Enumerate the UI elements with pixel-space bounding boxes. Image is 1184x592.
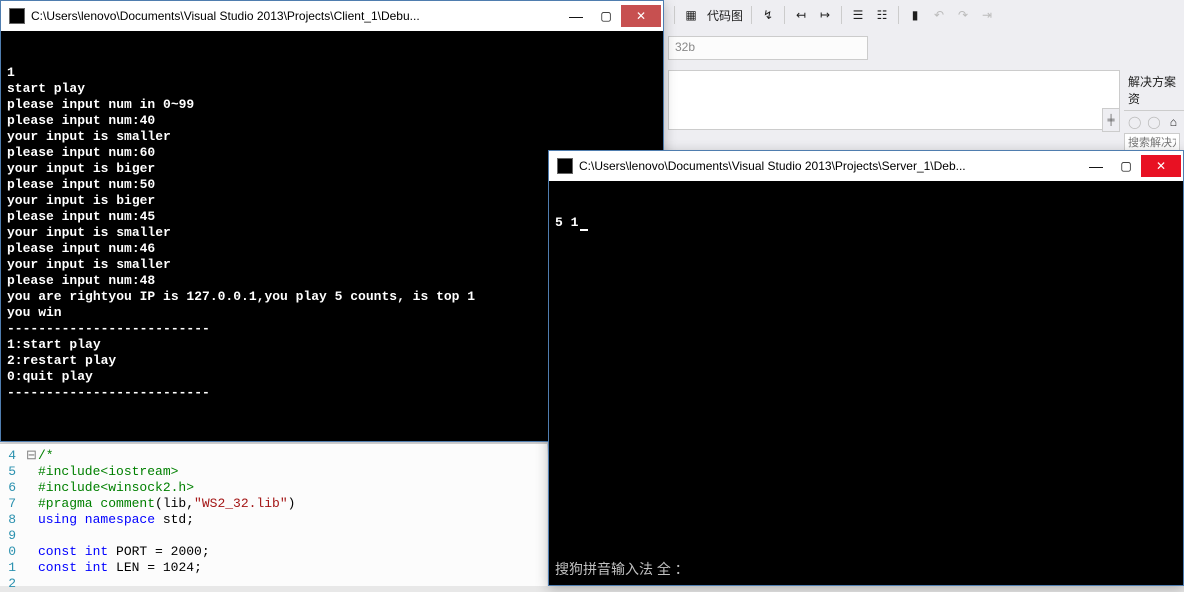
nav-icon[interactable]: ⇥ — [979, 7, 995, 23]
list-icon[interactable]: ☰ — [850, 7, 866, 23]
toolbar-btn[interactable]: ↯ — [760, 7, 776, 23]
vs-toolbar: ▦ 代码图 ↯ ↤ ↦ ☰ ☷ ▮ ↶ ↷ ⇥ — [668, 0, 1184, 30]
console-output[interactable]: 5 1 搜狗拼音输入法 全 ： — [549, 181, 1183, 585]
line-number: 9 — [0, 528, 16, 544]
toolbar-separator — [898, 6, 899, 24]
code-line: const int LEN = 1024; — [26, 560, 295, 576]
splitter-handle[interactable]: ╪ — [1102, 108, 1120, 132]
line-number: 8 — [0, 512, 16, 528]
line-number: 7 — [0, 496, 16, 512]
codemap-label[interactable]: 代码图 — [707, 7, 743, 24]
code-line: using namespace std; — [26, 512, 295, 528]
codemap-icon[interactable]: ▦ — [683, 7, 699, 23]
nav-back-icon[interactable]: ◯ — [1127, 114, 1142, 130]
home-icon[interactable]: ⌂ — [1166, 114, 1181, 130]
close-button[interactable]: ✕ — [621, 5, 661, 27]
line-number: 4 — [0, 448, 16, 464]
splitter-icon: ╪ — [1107, 115, 1114, 126]
code-line: ⊟/* — [26, 448, 295, 464]
maximize-button[interactable]: ▢ — [591, 5, 621, 27]
toolbar-separator — [674, 6, 675, 24]
close-button[interactable]: ✕ — [1141, 155, 1181, 177]
code-line — [26, 528, 295, 544]
console-line: 5 1 — [555, 215, 1177, 231]
nav-fwd-icon[interactable]: ↷ — [955, 7, 971, 23]
maximize-button[interactable]: ▢ — [1111, 155, 1141, 177]
console-line: start play — [7, 81, 657, 97]
solution-explorer-panel: 解决方案资 ◯ ◯ ⌂ — [1124, 70, 1184, 140]
indent-left-icon[interactable]: ↤ — [793, 7, 809, 23]
list-icon-2[interactable]: ☷ — [874, 7, 890, 23]
nav-back-icon[interactable]: ↶ — [931, 7, 947, 23]
code-line: const int PORT = 2000; — [26, 544, 295, 560]
code-content[interactable]: ⊟/* #include<iostream> #include<winsock2… — [18, 444, 295, 586]
indent-right-icon[interactable]: ↦ — [817, 7, 833, 23]
code-line: #pragma comment(lib,"WS2_32.lib") — [26, 496, 295, 512]
dropdown-value: 32b — [675, 40, 695, 54]
code-line: #include<iostream> — [26, 464, 295, 480]
console-line: 1 — [7, 65, 657, 81]
console-line: your input is smaller — [7, 129, 657, 145]
solution-explorer-toolbar: ◯ ◯ ⌂ — [1124, 111, 1184, 133]
ime-status: 搜狗拼音输入法 全 ： — [555, 559, 689, 579]
console-window-server: C:\Users\lenovo\Documents\Visual Studio … — [548, 150, 1184, 586]
nav-fwd-icon[interactable]: ◯ — [1146, 114, 1161, 130]
line-number: 5 — [0, 464, 16, 480]
code-line — [26, 576, 295, 592]
line-number: 2 — [0, 576, 16, 592]
app-icon — [557, 158, 573, 174]
titlebar[interactable]: C:\Users\lenovo\Documents\Visual Studio … — [1, 1, 663, 31]
code-line: #include<winsock2.h> — [26, 480, 295, 496]
minimize-button[interactable]: — — [1081, 155, 1111, 177]
editor-area[interactable] — [668, 70, 1120, 130]
titlebar[interactable]: C:\Users\lenovo\Documents\Visual Studio … — [549, 151, 1183, 181]
app-icon — [9, 8, 25, 24]
toolbar-separator — [841, 6, 842, 24]
window-title: C:\Users\lenovo\Documents\Visual Studio … — [31, 9, 561, 23]
config-dropdown[interactable]: 32b — [668, 36, 868, 60]
minimize-button[interactable]: — — [561, 5, 591, 27]
bookmark-icon[interactable]: ▮ — [907, 7, 923, 23]
window-title: C:\Users\lenovo\Documents\Visual Studio … — [579, 159, 1081, 173]
toolbar-separator — [751, 6, 752, 24]
console-line: please input num:40 — [7, 113, 657, 129]
line-number: 1 — [0, 560, 16, 576]
toolbar-separator — [784, 6, 785, 24]
line-number-gutter: 456789012 — [0, 444, 18, 586]
code-editor[interactable]: 456789012 ⊟/* #include<iostream> #includ… — [0, 443, 547, 586]
console-line: please input num in 0~99 — [7, 97, 657, 113]
solution-explorer-title: 解决方案资 — [1124, 70, 1184, 111]
line-number: 6 — [0, 480, 16, 496]
line-number: 0 — [0, 544, 16, 560]
